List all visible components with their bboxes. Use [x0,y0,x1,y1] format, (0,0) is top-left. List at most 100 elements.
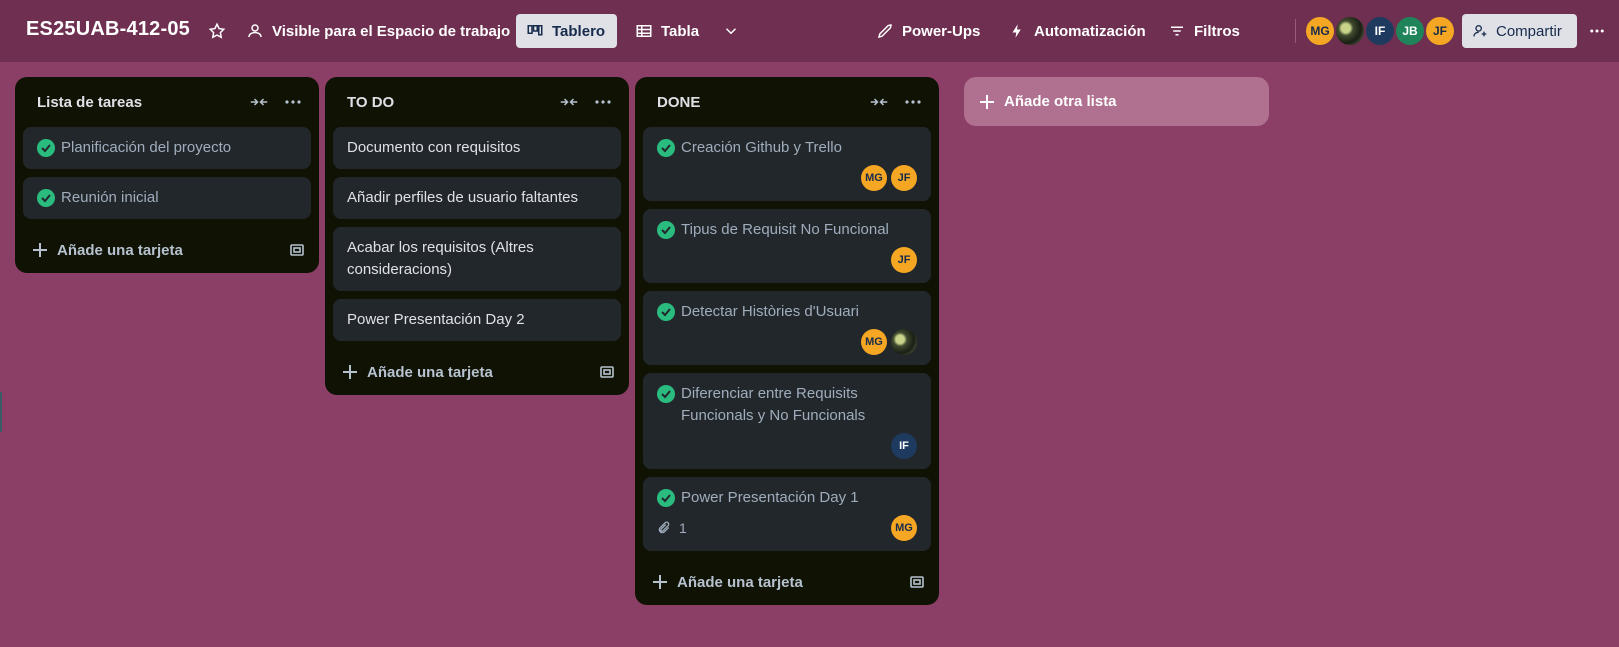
list-title[interactable]: Lista de tareas [37,94,237,111]
list-header: DONE [635,77,939,127]
paperclip-icon [658,521,670,534]
visibility-button[interactable]: Visible para el Espacio de trabajo [236,14,520,48]
member-avatar[interactable] [1334,15,1366,47]
list-lista-de-tareas: Lista de tareas Planificación del proyec… [15,77,319,273]
check-circle-icon[interactable] [657,303,675,321]
card-badges: 1 MG [657,515,917,541]
list-header: Lista de tareas [15,77,319,127]
card[interactable]: Power Presentación Day 1 1 MG [643,477,931,551]
card-members: MG JF [657,165,917,191]
list-title[interactable]: TO DO [347,94,547,111]
card[interactable]: Documento con requisitos [333,127,621,169]
card-list: Planificación del proyecto Reunión inici… [15,127,319,219]
ellipsis-icon [1590,29,1604,33]
more-menu-button[interactable] [1578,14,1616,48]
card[interactable]: Detectar Històries d'Usuari MG [643,291,931,365]
share-label: Compartir [1496,22,1562,40]
card[interactable]: Tipus de Requisit No Funcional JF [643,209,931,283]
board-members: MG IF JB JF [1304,15,1456,47]
check-circle-icon[interactable] [657,221,675,239]
view-table-button[interactable]: Tabla [625,14,709,48]
member-avatar[interactable]: IF [891,433,917,459]
member-avatar[interactable]: MG [891,515,917,541]
card-members: MG [657,329,917,355]
powerups-button[interactable]: Power-Ups [866,14,990,48]
list-menu-icon[interactable] [591,90,615,114]
template-icon[interactable] [909,574,925,590]
list-menu-icon[interactable] [281,90,305,114]
star-icon [208,22,226,39]
board-header: ES25UAB-412-05 Visible para el Espacio d… [0,0,1619,62]
card[interactable]: Acabar los requisitos (Altres considerac… [333,227,621,291]
collapse-list-icon[interactable] [247,90,271,114]
member-avatar[interactable]: JB [1394,15,1426,47]
card-members: JF [657,247,917,273]
card-title: Planificación del proyecto [61,139,232,156]
card-title: Tipus de Requisit No Funcional [681,221,889,238]
card-title: Power Presentación Day 1 [681,489,859,506]
template-icon[interactable] [289,242,305,258]
add-card-label: Añade una tarjeta [367,363,493,381]
member-avatar[interactable]: MG [1304,15,1336,47]
add-card-button[interactable]: Añade una tarjeta [635,559,939,605]
check-circle-icon[interactable] [37,139,55,157]
check-circle-icon[interactable] [657,139,675,157]
card-title: Documento con requisitos [347,139,521,156]
collapse-list-icon[interactable] [867,90,891,114]
add-card-button[interactable]: Añade una tarjeta [15,227,319,273]
member-avatar[interactable]: IF [1364,15,1396,47]
list-menu-icon[interactable] [901,90,925,114]
card-list: Creación Github y Trello MG JF Tipus de … [635,127,939,551]
card[interactable]: Planificación del proyecto [23,127,311,169]
card-list: Documento con requisitos Añadir perfiles… [325,127,629,341]
automation-label: Automatización [1034,22,1146,40]
member-avatar[interactable]: JF [891,247,917,273]
more-views-button[interactable] [712,14,750,48]
card-title: Power Presentación Day 2 [347,311,525,328]
powerups-label: Power-Ups [902,22,981,40]
add-person-icon [1473,25,1487,37]
view-board-button[interactable]: Tablero [516,14,617,48]
member-avatar[interactable]: MG [861,165,887,191]
add-list-button[interactable]: Añade otra lista [964,77,1269,126]
member-avatar[interactable]: MG [861,329,887,355]
filters-label: Filtros [1194,22,1240,40]
card-members: IF [657,433,917,459]
member-avatar[interactable] [891,329,917,355]
card[interactable]: Añadir perfiles de usuario faltantes [333,177,621,219]
card-title: Acabar los requisitos (Altres considerac… [347,239,534,278]
check-circle-icon[interactable] [37,189,55,207]
add-list-label: Añade otra lista [1004,93,1117,110]
header-divider [1295,19,1296,43]
card-title: Creación Github y Trello [681,139,842,156]
check-circle-icon[interactable] [657,489,675,507]
rocket-icon [877,24,892,39]
list-title[interactable]: DONE [657,94,857,111]
member-avatar[interactable]: JF [891,165,917,191]
people-icon [248,24,262,38]
card-title: Diferenciar entre Requisits Funcionals y… [681,385,866,424]
filters-button[interactable]: Filtros [1158,14,1250,48]
card[interactable]: Reunión inicial [23,177,311,219]
list-header: TO DO [325,77,629,127]
card[interactable]: Creación Github y Trello MG JF [643,127,931,201]
board-title[interactable]: ES25UAB-412-05 [26,18,190,41]
add-card-button[interactable]: Añade una tarjeta [325,349,629,395]
member-avatar[interactable]: JF [1424,15,1456,47]
view-board-label: Tablero [552,22,606,40]
plus-icon [33,243,47,257]
star-button[interactable] [198,14,236,48]
lightning-icon [1012,24,1021,38]
card-title: Detectar Històries d'Usuari [681,303,859,320]
check-circle-icon[interactable] [657,385,675,403]
automation-button[interactable]: Automatización [998,14,1156,48]
share-button[interactable]: Compartir [1462,14,1577,48]
card-title: Añadir perfiles de usuario faltantes [347,189,578,206]
card[interactable]: Power Presentación Day 2 [333,299,621,341]
template-icon[interactable] [599,364,615,380]
add-card-label: Añade una tarjeta [57,241,183,259]
plus-icon [653,575,667,589]
card[interactable]: Diferenciar entre Requisits Funcionals y… [643,373,931,469]
collapse-list-icon[interactable] [557,90,581,114]
view-table-label: Tabla [661,22,700,40]
